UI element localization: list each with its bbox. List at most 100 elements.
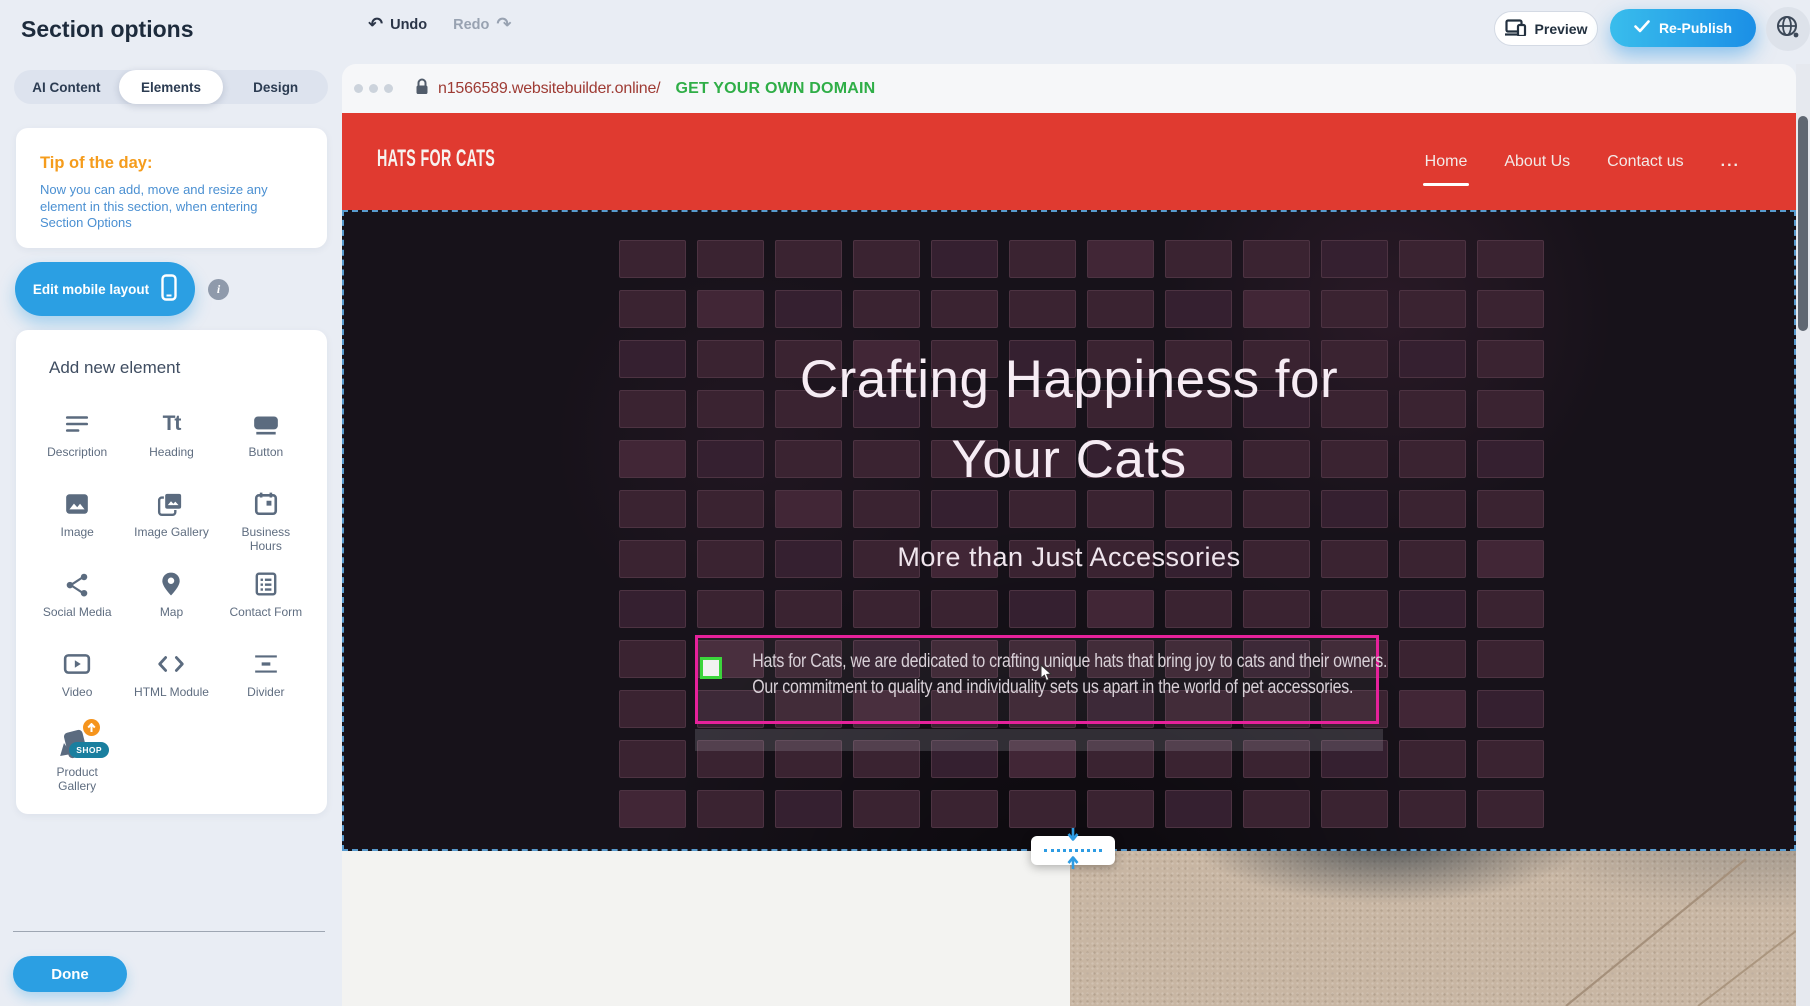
hero-grid-tile [619, 790, 686, 828]
hero-grid-tile [1243, 590, 1310, 628]
window-dot [369, 84, 378, 93]
selected-text-element[interactable]: Hats for Cats, we are dedicated to craft… [695, 635, 1379, 724]
hero-grid-tile [1477, 240, 1544, 278]
contact-form-icon [253, 568, 279, 600]
business-hours-icon [253, 488, 279, 520]
hero-grid-tile [1399, 790, 1466, 828]
undo-icon: ↶ [368, 16, 383, 34]
hero-grid-tile [1243, 290, 1310, 328]
add-element-heading[interactable]: TtHeading [124, 402, 218, 482]
hero-grid-tile [619, 740, 686, 778]
element-label: Product Gallery [38, 765, 116, 793]
redo-button[interactable]: Redo ↷ [453, 16, 511, 34]
hero-grid-tile [697, 590, 764, 628]
nav-item-home[interactable]: Home [1425, 147, 1468, 177]
hero-grid-tile [1165, 790, 1232, 828]
hero-grid-tile [1321, 290, 1388, 328]
hero-section[interactable]: Crafting Happiness for Your Cats More th… [342, 210, 1796, 851]
hero-grid-tile [853, 790, 920, 828]
sidebar-divider [13, 931, 325, 932]
nav-item-about-us[interactable]: About Us [1504, 147, 1570, 177]
element-label: Map [160, 605, 183, 619]
hero-grid-tile [1087, 590, 1154, 628]
add-element-map[interactable]: Map [124, 562, 218, 642]
add-element-product-gallery[interactable]: SHOPProduct Gallery [30, 722, 124, 802]
add-element-social-media[interactable]: Social Media [30, 562, 124, 642]
hero-subheading[interactable]: More than Just Accessories [344, 542, 1794, 573]
globe-button[interactable] [1766, 7, 1810, 51]
section-resize-handle[interactable] [1031, 836, 1115, 865]
add-element-image-gallery[interactable]: Image Gallery [124, 482, 218, 562]
add-element-divider[interactable]: Divider [219, 642, 313, 722]
hero-grid-tile [1321, 240, 1388, 278]
add-element-html-module[interactable]: HTML Module [124, 642, 218, 722]
hero-grid-tile [1477, 590, 1544, 628]
tab-ai-content[interactable]: AI Content [14, 70, 119, 104]
add-element-video[interactable]: Video [30, 642, 124, 722]
preview-button[interactable]: Preview [1494, 11, 1598, 46]
tab-design[interactable]: Design [223, 70, 328, 104]
hero-grid-tile [697, 290, 764, 328]
add-element-panel: Add new element DescriptionTtHeadingButt… [16, 330, 327, 814]
done-button[interactable]: Done [13, 956, 127, 992]
edit-mobile-layout-button[interactable]: Edit mobile layout [15, 262, 195, 316]
url-text[interactable]: n1566589.websitebuilder.online/ [438, 80, 660, 98]
hero-grid-tile [853, 590, 920, 628]
add-element-image[interactable]: Image [30, 482, 124, 562]
hero-grid-tile [1165, 590, 1232, 628]
site-logo[interactable]: HATS FOR CATS [377, 145, 495, 173]
html-module-icon [157, 648, 185, 680]
hero-body-line2: Our commitment to quality and individual… [752, 675, 1322, 701]
hero-grid-tile [1399, 740, 1466, 778]
hero-grid-tile [931, 290, 998, 328]
hero-grid-tile [1321, 590, 1388, 628]
hero-grid-tile [1009, 590, 1076, 628]
hero-body-line1: Hats for Cats, we are dedicated to craft… [752, 649, 1322, 675]
heading-icon: Tt [163, 408, 181, 440]
nav-more-button[interactable]: ... [1721, 147, 1740, 177]
element-label: Image Gallery [134, 525, 209, 539]
add-element-description[interactable]: Description [30, 402, 124, 482]
hero-heading[interactable]: Crafting Happiness for Your Cats [344, 340, 1794, 500]
hero-grid-tile [931, 240, 998, 278]
hero-grid-tile [931, 790, 998, 828]
toolbar-ghost-bar [695, 729, 1383, 751]
element-label: Contact Form [229, 605, 302, 619]
hero-grid-tile [619, 640, 686, 678]
map-icon [158, 568, 184, 600]
nav-item-contact-us[interactable]: Contact us [1607, 147, 1683, 177]
element-label: Image [60, 525, 93, 539]
hero-grid-tile [775, 790, 842, 828]
lock-icon [415, 78, 429, 100]
image-gallery-icon [157, 488, 185, 520]
check-icon [1634, 20, 1650, 36]
hero-grid-tile [1477, 290, 1544, 328]
info-icon[interactable]: i [208, 279, 229, 300]
tip-body: Now you can add, move and resize any ele… [40, 182, 286, 232]
get-domain-link[interactable]: GET YOUR OWN DOMAIN [675, 80, 875, 98]
add-element-contact-form[interactable]: Contact Form [219, 562, 313, 642]
add-element-button[interactable]: Button [219, 402, 313, 482]
hero-grid-tile [1165, 290, 1232, 328]
hero-grid-tile [775, 240, 842, 278]
hero-grid-tile [1399, 290, 1466, 328]
scrollbar-thumb[interactable] [1798, 116, 1808, 331]
app-window: Section options AI ContentElementsDesign… [0, 0, 1810, 1006]
tab-elements[interactable]: Elements [119, 70, 224, 104]
add-element-business-hours[interactable]: Business Hours [219, 482, 313, 562]
resize-dotted-line [1044, 849, 1102, 852]
hero-grid-tile [1477, 690, 1544, 728]
redo-icon: ↷ [496, 16, 511, 34]
window-dot [384, 84, 393, 93]
hero-grid-tile [619, 290, 686, 328]
element-drag-handle[interactable] [700, 657, 722, 679]
element-label: Button [248, 445, 283, 459]
hero-grid-tile [619, 240, 686, 278]
globe-icon [1775, 14, 1801, 45]
undo-button[interactable]: ↶ Undo [368, 16, 427, 34]
window-dot [354, 84, 363, 93]
hero-grid-tile [1399, 690, 1466, 728]
republish-button[interactable]: Re-Publish [1610, 9, 1756, 47]
arrow-up-icon [1066, 853, 1080, 875]
browser-chrome: n1566589.websitebuilder.online/ GET YOUR… [342, 64, 1796, 113]
